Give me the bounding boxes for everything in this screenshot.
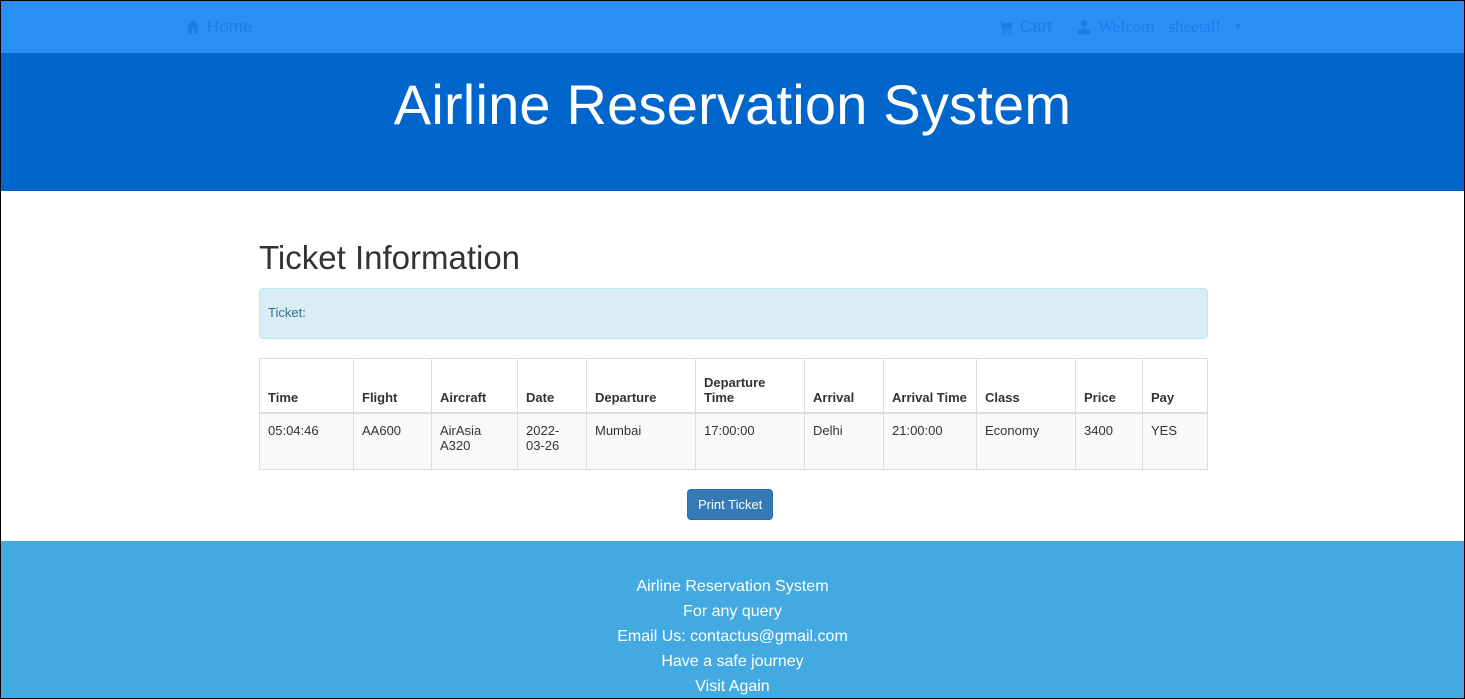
column-header: Time: [259, 358, 354, 414]
ticket-alert: Ticket:: [259, 288, 1208, 339]
cell-pay: YES: [1142, 412, 1208, 470]
ticket-table: Time Flight Aircraft Date Departure Depa…: [259, 358, 1208, 470]
cart-icon: [999, 21, 1013, 35]
column-header: Departure: [586, 358, 696, 414]
column-header: Arrival Time: [883, 358, 977, 414]
footer-query-text: For any query: [683, 603, 782, 620]
footer-visit-text: Visit Again: [695, 678, 770, 695]
user-menu-toggle[interactable]: Welcom sheetal! ▼: [1076, 17, 1243, 37]
cell-flight: AA600: [353, 412, 432, 470]
cart-link[interactable]: Cart: [998, 17, 1052, 37]
cell-price: 3400: [1075, 412, 1143, 470]
site-banner: Airline Reservation System: [1, 53, 1464, 191]
table-header-row: Time Flight Aircraft Date Departure Depa…: [259, 358, 1208, 414]
table-row: 05:04:46 AA600 AirAsia A320 2022-03-26 M…: [259, 412, 1208, 470]
cell-arrival: Delhi: [804, 412, 884, 470]
footer-email: Email Us: contactus@gmail.com: [617, 628, 848, 645]
column-header: Price: [1075, 358, 1143, 414]
footer-lines: Airline Reservation System For any query…: [1, 574, 1464, 698]
cart-label: Cart: [1020, 17, 1053, 36]
page: Home Cart Welcom sheetal! ▼ Airline Rese…: [0, 0, 1465, 699]
cell-aircraft: AirAsia A320: [431, 412, 518, 470]
column-header: Flight: [353, 358, 432, 414]
welcome-label: Welcom: [1098, 17, 1155, 36]
home-link[interactable]: Home: [185, 17, 252, 37]
cell-date: 2022-03-26: [517, 412, 587, 470]
print-ticket-button[interactable]: Print Ticket: [687, 489, 774, 520]
column-header: Departure Time: [695, 358, 805, 414]
column-header: Pay: [1142, 358, 1208, 414]
column-header: Class: [976, 358, 1076, 414]
nav-right: Cart Welcom sheetal! ▼: [998, 17, 1243, 37]
column-header: Aircraft: [431, 358, 518, 414]
chevron-down-icon: ▼: [1233, 21, 1244, 33]
ticket-alert-text: Ticket:: [268, 305, 306, 320]
site-footer: Airline Reservation System For any query…: [1, 541, 1464, 698]
home-icon: [186, 20, 200, 34]
cell-time: 05:04:46: [259, 412, 354, 470]
site-title: Airline Reservation System: [393, 73, 1072, 136]
user-icon: [1077, 20, 1092, 35]
top-navbar: Home Cart Welcom sheetal! ▼: [1, 1, 1464, 53]
page-title: Ticket Information: [259, 239, 521, 276]
footer-title: Airline Reservation System: [636, 578, 829, 595]
cell-class: Economy: [976, 412, 1076, 470]
cell-departure: Mumbai: [586, 412, 696, 470]
cell-arrival-time: 21:00:00: [883, 412, 977, 470]
column-header: Date: [517, 358, 587, 414]
footer-journey-text: Have a safe journey: [661, 653, 804, 670]
home-label: Home: [207, 17, 253, 36]
username-label: sheetal!: [1168, 17, 1222, 36]
column-header: Arrival: [804, 358, 884, 414]
cell-departure-time: 17:00:00: [695, 412, 805, 470]
